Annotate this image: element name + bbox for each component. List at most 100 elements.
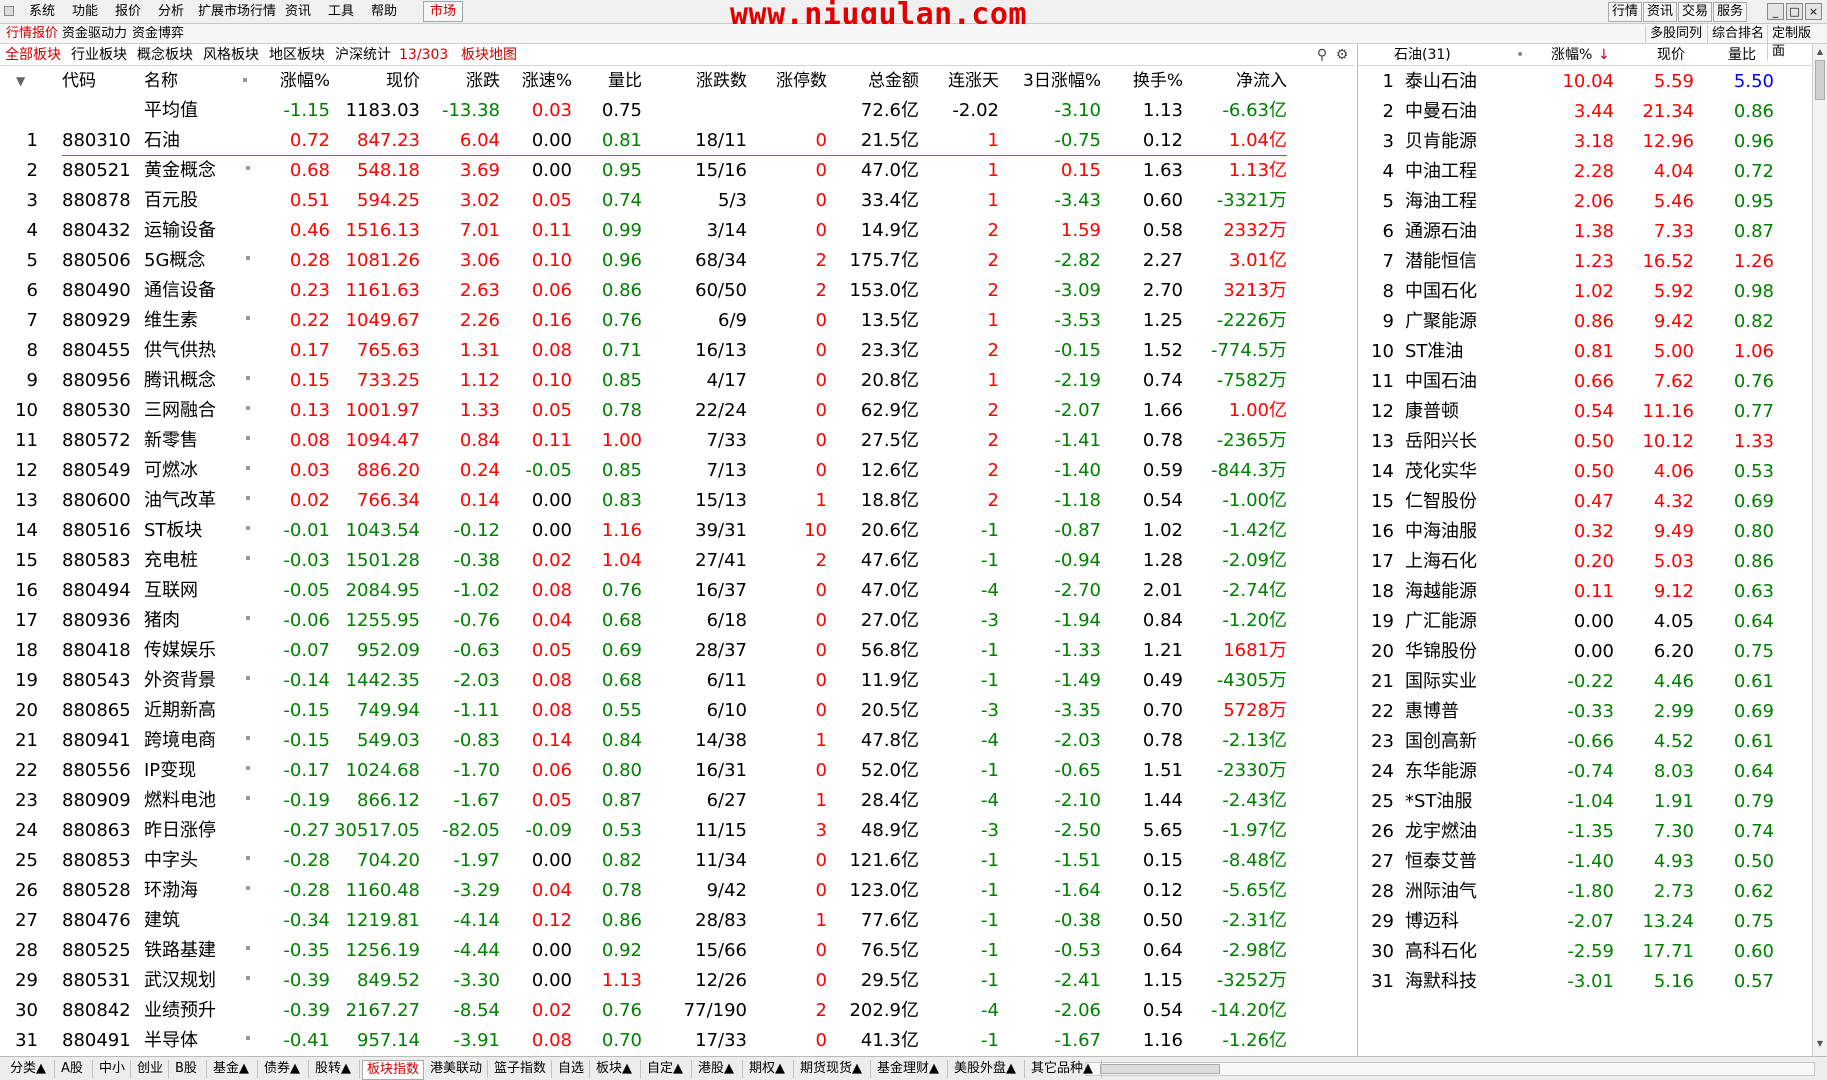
stock-name[interactable]: 东华能源	[1405, 757, 1477, 787]
sector-name[interactable]: 建筑	[144, 906, 180, 936]
sector-code[interactable]: 880863	[62, 816, 131, 846]
tab-region-sectors[interactable]: 地区板块	[266, 46, 328, 64]
sector-code[interactable]: 880909	[62, 786, 131, 816]
sector-code[interactable]: 880600	[62, 486, 131, 516]
sector-code[interactable]: 880491	[62, 1026, 131, 1056]
list-item[interactable]: 21 国际实业 -0.22 4.46 0.61	[1358, 667, 1813, 697]
magnifier-icon[interactable]: ⚲	[1314, 47, 1330, 63]
stock-name[interactable]: 中国石化	[1405, 277, 1477, 307]
stock-name[interactable]: 博迈科	[1405, 907, 1459, 937]
bottom-tab[interactable]: A股	[57, 1060, 93, 1078]
list-item[interactable]: 29 博迈科 -2.07 13.24 0.75	[1358, 907, 1813, 937]
sector-code[interactable]: 880556	[62, 756, 131, 786]
list-item[interactable]: 6 通源石油 1.38 7.33 0.87	[1358, 217, 1813, 247]
stock-name[interactable]: 国际实业	[1405, 667, 1477, 697]
table-row[interactable]: 27 880476 建筑 -0.34 1219.81 -4.14 0.12 0.86 28/83…	[0, 906, 1355, 936]
sector-code[interactable]: 880494	[62, 576, 131, 606]
hscroll-thumb[interactable]	[1100, 1064, 1220, 1074]
menu-analysis[interactable]: 分析	[156, 3, 186, 21]
list-item[interactable]: 12 康普顿 0.54 11.16 0.77	[1358, 397, 1813, 427]
minimize-icon[interactable]: _	[1767, 3, 1784, 20]
col-header-pct[interactable]: 涨幅%	[1551, 46, 1592, 64]
sector-code[interactable]: 880531	[62, 966, 131, 996]
sector-name[interactable]: 5G概念	[144, 246, 205, 276]
stock-name[interactable]: 泰山石油	[1405, 67, 1477, 97]
sector-code[interactable]: 880418	[62, 636, 131, 666]
bottom-tab[interactable]: 基金▲	[209, 1060, 258, 1078]
horizontal-scrollbar[interactable]	[1085, 1062, 1815, 1076]
sector-code[interactable]: 880583	[62, 546, 131, 576]
col-header-turnover[interactable]: 换手%	[1101, 66, 1183, 96]
menu-function[interactable]: 功能	[70, 3, 100, 21]
table-row[interactable]: 7 880929 维生素 0.22 1049.67 2.26 0.16 0.76 6/9 0 13.…	[0, 306, 1355, 336]
stock-name[interactable]: 贝肯能源	[1405, 127, 1477, 157]
col-header-pct[interactable]: 涨幅%	[238, 66, 330, 96]
table-row[interactable]: 16 880494 互联网 -0.05 2084.95 -1.02 0.08 0.76 16/3…	[0, 576, 1355, 606]
tab-capital-game[interactable]: 资金博弈	[128, 25, 188, 43]
stock-name[interactable]: 中曼石油	[1405, 97, 1477, 127]
table-row[interactable]: 5 880506 5G概念 0.28 1081.26 3.06 0.10 0.96 68/34 2…	[0, 246, 1355, 276]
table-row[interactable]: 15 880583 充电桩 -0.03 1501.28 -0.38 0.02 1.04 27/4…	[0, 546, 1355, 576]
tab-concept-sectors[interactable]: 概念板块	[134, 46, 196, 64]
menu-news[interactable]: 资讯	[283, 3, 313, 21]
menu-help[interactable]: 帮助	[369, 3, 399, 21]
bottom-tab[interactable]: 板块▲	[592, 1060, 641, 1078]
menu-market[interactable]: 市场	[423, 1, 464, 22]
list-item[interactable]: 30 高科石化 -2.59 17.71 0.60	[1358, 937, 1813, 967]
sector-code[interactable]: 880310	[62, 126, 131, 156]
list-item[interactable]: 20 华锦股份 0.00 6.20 0.75	[1358, 637, 1813, 667]
table-row[interactable]: 20 880865 近期新高 -0.15 749.94 -1.11 0.08 0.55 6/10…	[0, 696, 1355, 726]
bottom-tab[interactable]: 分类▲	[6, 1060, 55, 1078]
col-header-chg[interactable]: 涨跌	[420, 66, 500, 96]
stock-name[interactable]: 惠博普	[1405, 697, 1459, 727]
stock-name[interactable]: 广汇能源	[1405, 607, 1477, 637]
sector-name[interactable]: 武汉规划	[144, 966, 216, 996]
col-header-code[interactable]: 代码	[62, 66, 96, 96]
sector-code[interactable]: 880530	[62, 396, 131, 426]
bottom-tab[interactable]: 美股外盘▲	[950, 1060, 1025, 1078]
stock-name[interactable]: 康普顿	[1405, 397, 1459, 427]
sector-name[interactable]: IP变现	[144, 756, 196, 786]
list-item[interactable]: 22 惠博普 -0.33 2.99 0.69	[1358, 697, 1813, 727]
stock-name[interactable]: 洲际油气	[1405, 877, 1477, 907]
scroll-down-icon[interactable]: ▼	[1814, 1038, 1826, 1050]
tab-sector-map[interactable]: 板块地图	[458, 46, 520, 64]
stock-name[interactable]: 海越能源	[1405, 577, 1477, 607]
stock-name[interactable]: 龙宇燃油	[1405, 817, 1477, 847]
sector-code[interactable]: 880543	[62, 666, 131, 696]
stock-name[interactable]: 通源石油	[1405, 217, 1477, 247]
sector-name[interactable]: 业绩预升	[144, 996, 216, 1026]
sector-name[interactable]: 新零售	[144, 426, 198, 456]
scroll-up-icon[interactable]: ▲	[1814, 46, 1826, 58]
sector-code[interactable]: 880842	[62, 996, 131, 1026]
bottom-tab[interactable]: 自定▲	[643, 1060, 692, 1078]
list-item[interactable]: 4 中油工程 2.28 4.04 0.72	[1358, 157, 1813, 187]
list-item[interactable]: 31 海默科技 -3.01 5.16 0.57	[1358, 967, 1813, 997]
table-row[interactable]: 1 880310 石油 0.72 847.23 6.04 0.00 0.81 18/11 0 21.…	[0, 126, 1355, 156]
table-row[interactable]: 3 880878 百元股 0.51 594.25 3.02 0.05 0.74 5/3 0 33.4…	[0, 186, 1355, 216]
sector-name[interactable]: 环渤海	[144, 876, 198, 906]
table-row[interactable]: 17 880936 猪肉 -0.06 1255.95 -0.76 0.04 0.68 6/18 0…	[0, 606, 1355, 636]
bottom-tab[interactable]: 港股▲	[694, 1060, 743, 1078]
tab-overall-rank[interactable]: 综合排名	[1707, 25, 1768, 43]
sector-name[interactable]: 腾讯概念	[144, 366, 216, 396]
sector-name[interactable]: 跨境电商	[144, 726, 216, 756]
gear-icon[interactable]: ⚙	[1334, 47, 1350, 63]
bottom-tab[interactable]: 其它品种▲	[1027, 1060, 1102, 1078]
sector-code[interactable]: 880956	[62, 366, 131, 396]
stock-name[interactable]: *ST油服	[1405, 787, 1472, 817]
table-row[interactable]: 10 880530 三网融合 0.13 1001.97 1.33 0.05 0.78 22/24…	[0, 396, 1355, 426]
table-row[interactable]: 30 880842 业绩预升 -0.39 2167.27 -8.54 0.02 0.76 77/…	[0, 996, 1355, 1026]
list-item[interactable]: 17 上海石化 0.20 5.03 0.86	[1358, 547, 1813, 577]
tab-capital-drive[interactable]: 资金驱动力	[58, 25, 131, 43]
sector-code[interactable]: 880525	[62, 936, 131, 966]
sector-name[interactable]: 中字头	[144, 846, 198, 876]
sector-name[interactable]: 供气供热	[144, 336, 216, 366]
list-item[interactable]: 15 仁智股份 0.47 4.32 0.69	[1358, 487, 1813, 517]
sector-name[interactable]: 通信设备	[144, 276, 216, 306]
list-item[interactable]: 16 中海油服 0.32 9.49 0.80	[1358, 517, 1813, 547]
bottom-tab[interactable]: 期权▲	[745, 1060, 794, 1078]
menu-extended-market[interactable]: 扩展市场行情	[196, 3, 278, 21]
list-item[interactable]: 8 中国石化 1.02 5.92 0.98	[1358, 277, 1813, 307]
header-menu-icon[interactable]: ▼	[16, 66, 25, 96]
